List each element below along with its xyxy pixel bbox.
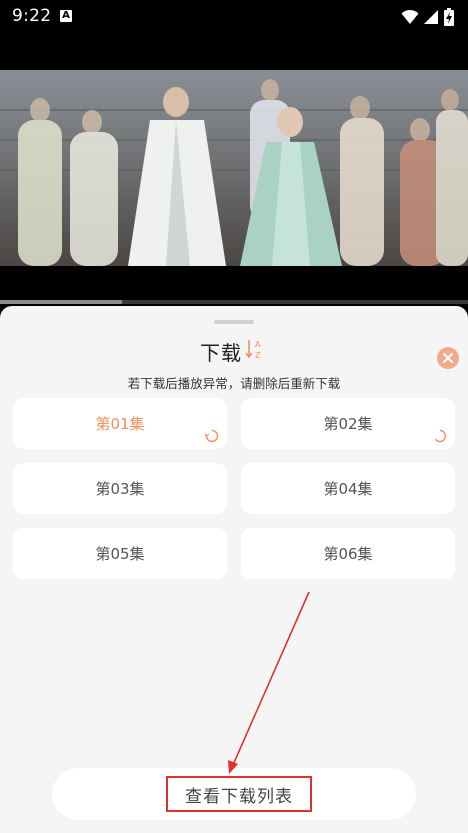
status-bar: 9:22 A xyxy=(0,0,468,34)
sort-az-icon[interactable]: A Z xyxy=(245,338,265,360)
video-progress-fill xyxy=(0,300,122,304)
episode-item-01[interactable]: 第01集 xyxy=(13,398,227,449)
status-time: 9:22 xyxy=(12,6,52,26)
pending-icon xyxy=(434,429,447,443)
signal-icon xyxy=(424,10,438,24)
sheet-title: 下载 xyxy=(200,341,242,365)
battery-charging-icon xyxy=(444,8,454,26)
video-frame xyxy=(0,70,468,266)
download-hint: 若下载后播放异常，请删除后重新下载 xyxy=(127,376,341,391)
video-player[interactable] xyxy=(0,34,468,304)
episode-label: 第04集 xyxy=(323,480,373,498)
downloading-icon xyxy=(205,429,219,443)
episode-item-06[interactable]: 第06集 xyxy=(241,528,455,579)
status-icons xyxy=(401,8,454,26)
episode-label: 第02集 xyxy=(323,415,373,433)
video-progress-bar[interactable] xyxy=(0,300,468,304)
episode-label: 第06集 xyxy=(323,545,373,563)
episode-item-05[interactable]: 第05集 xyxy=(13,528,227,579)
drag-handle[interactable] xyxy=(214,320,254,324)
svg-text:A: A xyxy=(255,340,261,349)
svg-text:Z: Z xyxy=(255,351,261,360)
download-sheet: 下载 A Z 若下载后播放异常，请删除后重新下载 第01集 第02集 第03集 … xyxy=(0,306,468,833)
close-button[interactable] xyxy=(437,347,459,369)
episode-label: 第05集 xyxy=(95,545,145,563)
close-icon xyxy=(443,353,453,363)
episode-item-04[interactable]: 第04集 xyxy=(241,463,455,514)
episode-item-02[interactable]: 第02集 xyxy=(241,398,455,449)
episode-label: 第01集 xyxy=(95,415,145,433)
episode-item-03[interactable]: 第03集 xyxy=(13,463,227,514)
wifi-icon xyxy=(401,9,419,24)
episode-label: 第03集 xyxy=(95,480,145,498)
view-download-list-label[interactable]: 查看下载列表 xyxy=(166,776,312,812)
notification-icon: A xyxy=(60,10,72,22)
